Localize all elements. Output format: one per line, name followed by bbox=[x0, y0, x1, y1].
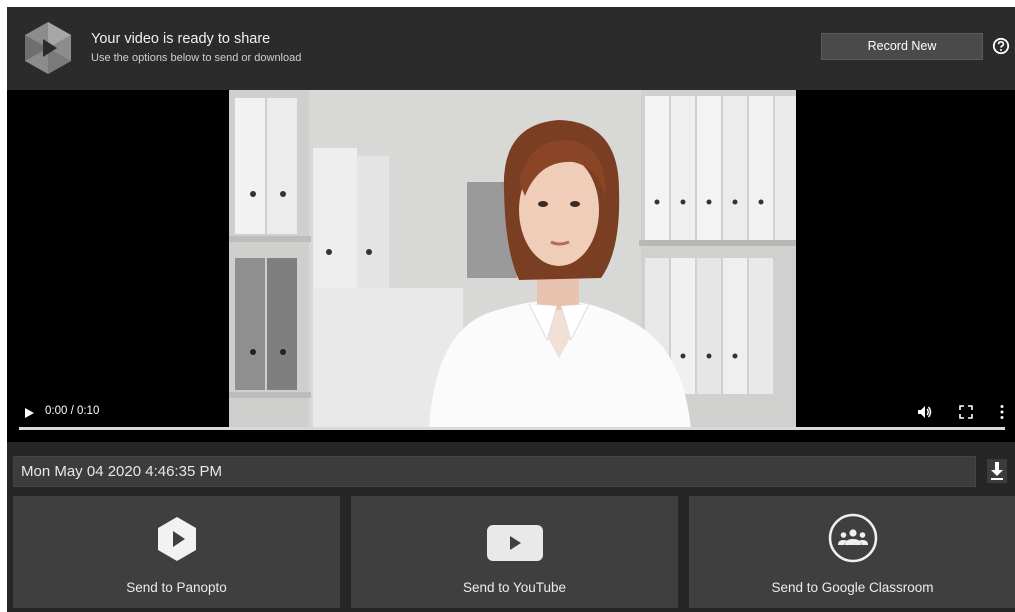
panopto-icon bbox=[157, 517, 196, 561]
header-subtitle: Use the options below to send or downloa… bbox=[91, 52, 302, 64]
panopto-logo-icon bbox=[25, 22, 71, 74]
window-frame-top bbox=[0, 0, 1015, 7]
send-to-youtube-button[interactable]: Send to YouTube bbox=[351, 496, 678, 608]
video-player[interactable]: 0:00 / 0:10 bbox=[7, 90, 1015, 442]
download-icon[interactable] bbox=[987, 459, 1007, 483]
header: Your video is ready to share Use the opt… bbox=[7, 7, 1015, 90]
send-to-google-classroom-label: Send to Google Classroom bbox=[771, 580, 934, 595]
recording-title-field[interactable]: Mon May 04 2020 4:46:35 PM bbox=[13, 456, 976, 487]
youtube-icon bbox=[486, 525, 543, 561]
send-to-google-classroom-button[interactable]: Send to Google Classroom bbox=[689, 496, 1015, 608]
google-classroom-icon bbox=[828, 513, 877, 563]
time-display: 0:00 / 0:10 bbox=[45, 405, 100, 417]
window-frame-left bbox=[0, 0, 7, 612]
send-to-youtube-label: Send to YouTube bbox=[462, 580, 567, 595]
volume-icon[interactable] bbox=[917, 404, 933, 420]
help-icon[interactable] bbox=[992, 37, 1010, 55]
record-new-button[interactable]: Record New bbox=[821, 33, 983, 60]
progress-bar[interactable] bbox=[19, 427, 1005, 430]
play-icon[interactable] bbox=[23, 407, 35, 419]
recording-title: Mon May 04 2020 4:46:35 PM bbox=[21, 463, 222, 480]
share-dialog: Your video is ready to share Use the opt… bbox=[7, 7, 1015, 612]
header-title: Your video is ready to share bbox=[91, 31, 271, 47]
send-to-panopto-label: Send to Panopto bbox=[126, 580, 227, 595]
fullscreen-icon[interactable] bbox=[959, 405, 973, 419]
send-to-panopto-button[interactable]: Send to Panopto bbox=[13, 496, 340, 608]
video-frame bbox=[229, 90, 796, 429]
more-options-icon[interactable] bbox=[999, 404, 1005, 420]
